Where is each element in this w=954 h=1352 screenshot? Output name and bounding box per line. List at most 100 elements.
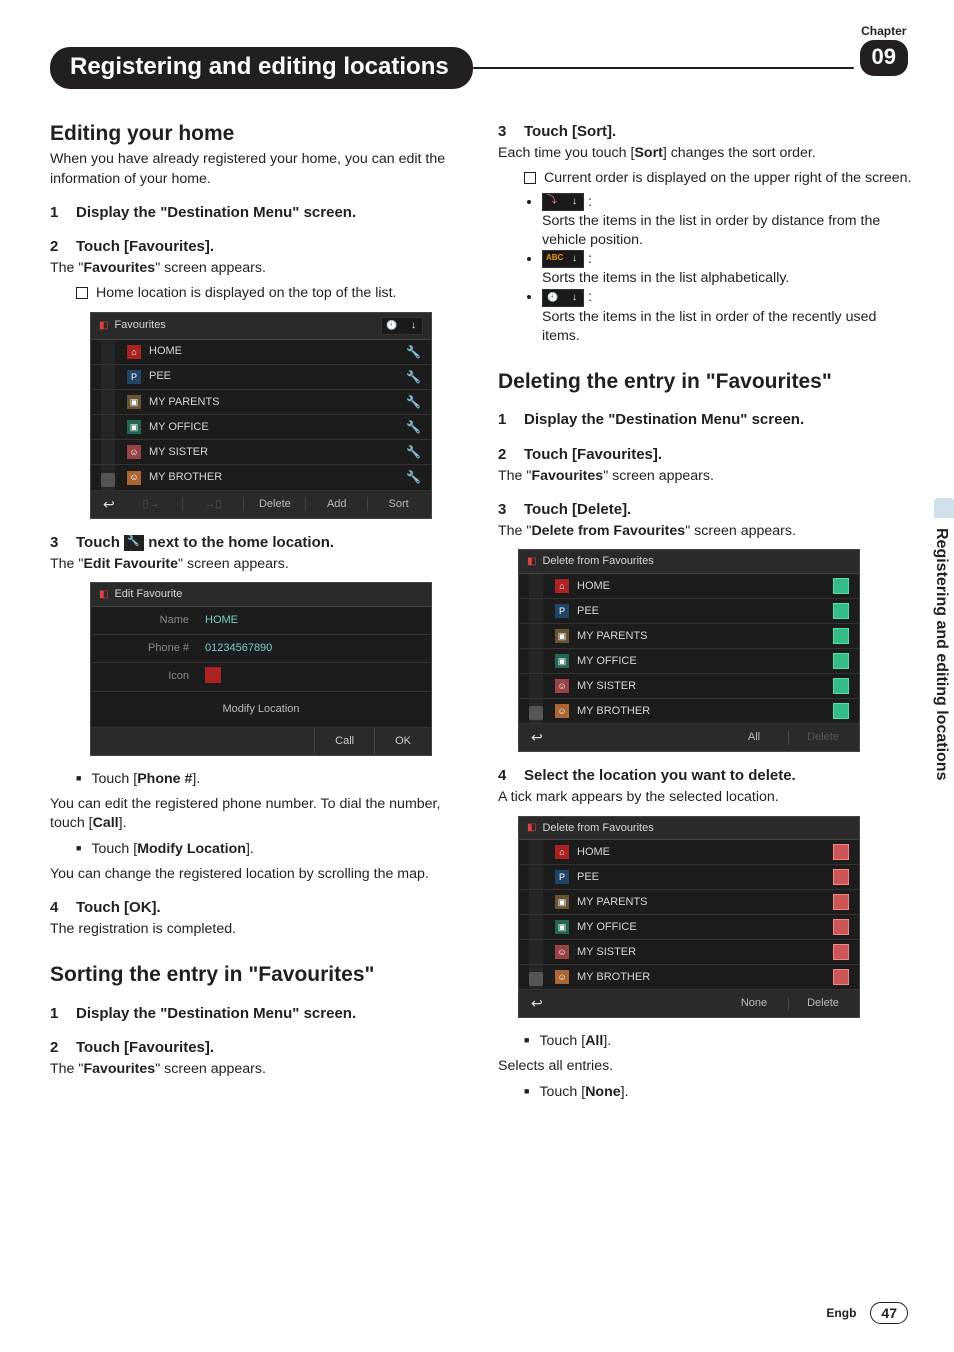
field-name[interactable]: NameHOME: [91, 607, 431, 635]
checkbox-icon[interactable]: [833, 628, 849, 644]
wrench-icon[interactable]: 🔧: [406, 344, 421, 360]
list-item[interactable]: ☺MY SISTER: [519, 674, 859, 699]
wrench-icon[interactable]: 🔧: [406, 469, 421, 485]
lang-code: Engb: [826, 1306, 856, 1320]
list-item[interactable]: ☺MY SISTER🔧: [91, 440, 431, 465]
wrench-icon[interactable]: 🔧: [406, 369, 421, 385]
home-icon: ⌂: [127, 345, 141, 359]
delete-button[interactable]: Delete: [248, 495, 301, 514]
checkbox-icon[interactable]: [833, 678, 849, 694]
screenshot-delete-favourites-1: ◧ Delete from Favourites ⌂HOME PPEE ▣MY …: [518, 549, 860, 752]
call-button[interactable]: Call: [314, 728, 374, 755]
ui-title: Delete from Favourites: [542, 821, 653, 836]
wrench-icon[interactable]: 🔧: [406, 419, 421, 435]
checkbox-icon[interactable]: [833, 653, 849, 669]
checkbox-icon[interactable]: [833, 944, 849, 960]
list-item[interactable]: PPEE: [519, 865, 859, 890]
route-button[interactable]: →▯: [187, 495, 240, 514]
window-icon: ◧: [527, 821, 536, 835]
poi-icon: ▣: [555, 920, 569, 934]
list-item[interactable]: ⌂HOME: [519, 840, 859, 865]
sort-fav-appears: The "Favourites" screen appears.: [50, 1060, 466, 1079]
poi-icon: ▣: [555, 629, 569, 643]
ui-title: Edit Favourite: [114, 587, 182, 602]
checkbox-icon[interactable]: [833, 578, 849, 594]
list-item[interactable]: ▣MY OFFICE: [519, 649, 859, 674]
poi-icon: ▣: [555, 654, 569, 668]
step-4: 4Touch [OK].: [50, 898, 466, 918]
checkbox-icon: [76, 287, 88, 299]
back-button[interactable]: ↩: [525, 728, 549, 747]
checkbox-icon[interactable]: [833, 869, 849, 885]
sort-option-recent: : Sorts the items in the list in order o…: [542, 288, 914, 346]
sort-option-abc: : Sorts the items in the list alphabetic…: [542, 250, 914, 288]
step-2: 2Touch [Favourites].: [50, 237, 466, 257]
reg-complete: The registration is completed.: [50, 920, 466, 939]
poi-icon: ▣: [127, 395, 141, 409]
scroll-thumb[interactable]: [529, 972, 543, 986]
home-icon: ⌂: [555, 579, 569, 593]
checkbox-icon[interactable]: [833, 894, 849, 910]
poi-icon: ▣: [555, 895, 569, 909]
checkbox-icon: [524, 172, 536, 184]
note-current-order: Current order is displayed on the upper …: [524, 169, 914, 188]
screenshot-delete-favourites-2: ◧ Delete from Favourites ⌂HOME PPEE ▣MY …: [518, 816, 860, 1019]
wrench-icon[interactable]: 🔧: [406, 444, 421, 460]
poi-icon: ☺: [127, 471, 141, 485]
list-item[interactable]: ▣MY PARENTS: [519, 890, 859, 915]
wrench-icon[interactable]: 🔧: [406, 394, 421, 410]
list-item[interactable]: ☺MY BROTHER: [519, 965, 859, 990]
poi-icon: ☺: [555, 970, 569, 984]
sort-indicator-icon: [381, 317, 423, 335]
list-item[interactable]: PPEE🔧: [91, 365, 431, 390]
screenshot-favourites: ◧ Favourites ⌂HOME🔧 PPEE🔧 ▣MY PARENTS🔧 ▣…: [90, 312, 432, 519]
modify-location-button[interactable]: Modify Location: [91, 692, 431, 728]
heading-sorting: Sorting the entry in "Favourites": [50, 961, 466, 989]
phone-desc: You can edit the registered phone number…: [50, 795, 466, 833]
list-item[interactable]: ☺MY BROTHER: [519, 699, 859, 724]
back-button[interactable]: ↩: [525, 994, 549, 1013]
list-item[interactable]: PPEE: [519, 599, 859, 624]
list-item[interactable]: ⌂HOME🔧: [91, 340, 431, 365]
delete-button[interactable]: Delete: [793, 728, 853, 747]
checkbox-icon[interactable]: [833, 919, 849, 935]
list-item[interactable]: ☺MY SISTER: [519, 940, 859, 965]
poi-icon: ☺: [555, 945, 569, 959]
sort-recent-icon: [542, 289, 584, 307]
sort-button[interactable]: Sort: [372, 495, 425, 514]
ok-button[interactable]: OK: [374, 728, 431, 755]
step-3: 3Touch next to the home location.: [50, 533, 466, 553]
field-phone[interactable]: Phone #01234567890: [91, 635, 431, 663]
delete-button[interactable]: Delete: [793, 994, 853, 1013]
intro-edit-home: When you have already registered your ho…: [50, 150, 466, 188]
side-tab-accent: [934, 498, 954, 518]
list-item[interactable]: ▣MY OFFICE: [519, 915, 859, 940]
list-item[interactable]: ⌂HOME: [519, 574, 859, 599]
sort-abc-icon: [542, 250, 584, 268]
scroll-thumb[interactable]: [529, 706, 543, 720]
all-button[interactable]: All: [724, 728, 784, 747]
list-item[interactable]: ▣MY PARENTS: [519, 624, 859, 649]
none-button[interactable]: None: [724, 994, 784, 1013]
list-item[interactable]: ▣MY PARENTS🔧: [91, 390, 431, 415]
checkbox-icon[interactable]: [833, 703, 849, 719]
del-step-4: 4Select the location you want to delete.: [498, 766, 914, 786]
page-title-row: Registering and editing locations: [50, 48, 914, 88]
scroll-thumb[interactable]: [101, 473, 115, 487]
checkbox-icon[interactable]: [833, 969, 849, 985]
checkbox-icon[interactable]: [833, 603, 849, 619]
tick-desc: A tick mark appears by the selected loca…: [498, 788, 914, 807]
bullet-modify-location: Touch [Modify Location].: [76, 840, 466, 859]
list-item[interactable]: ☺MY BROTHER🔧: [91, 465, 431, 490]
checkbox-icon[interactable]: [833, 844, 849, 860]
add-button[interactable]: Add: [310, 495, 363, 514]
poi-icon: ▣: [127, 420, 141, 434]
bullet-all: Touch [All].: [524, 1032, 914, 1051]
back-button[interactable]: ↩: [97, 495, 121, 514]
modloc-desc: You can change the registered location b…: [50, 865, 466, 884]
poi-icon: ☺: [555, 704, 569, 718]
route-button[interactable]: ▯→: [125, 495, 178, 514]
list-item[interactable]: ▣MY OFFICE🔧: [91, 415, 431, 440]
field-icon[interactable]: Icon: [91, 663, 431, 693]
sort-desc: Each time you touch [Sort] changes the s…: [498, 144, 914, 163]
